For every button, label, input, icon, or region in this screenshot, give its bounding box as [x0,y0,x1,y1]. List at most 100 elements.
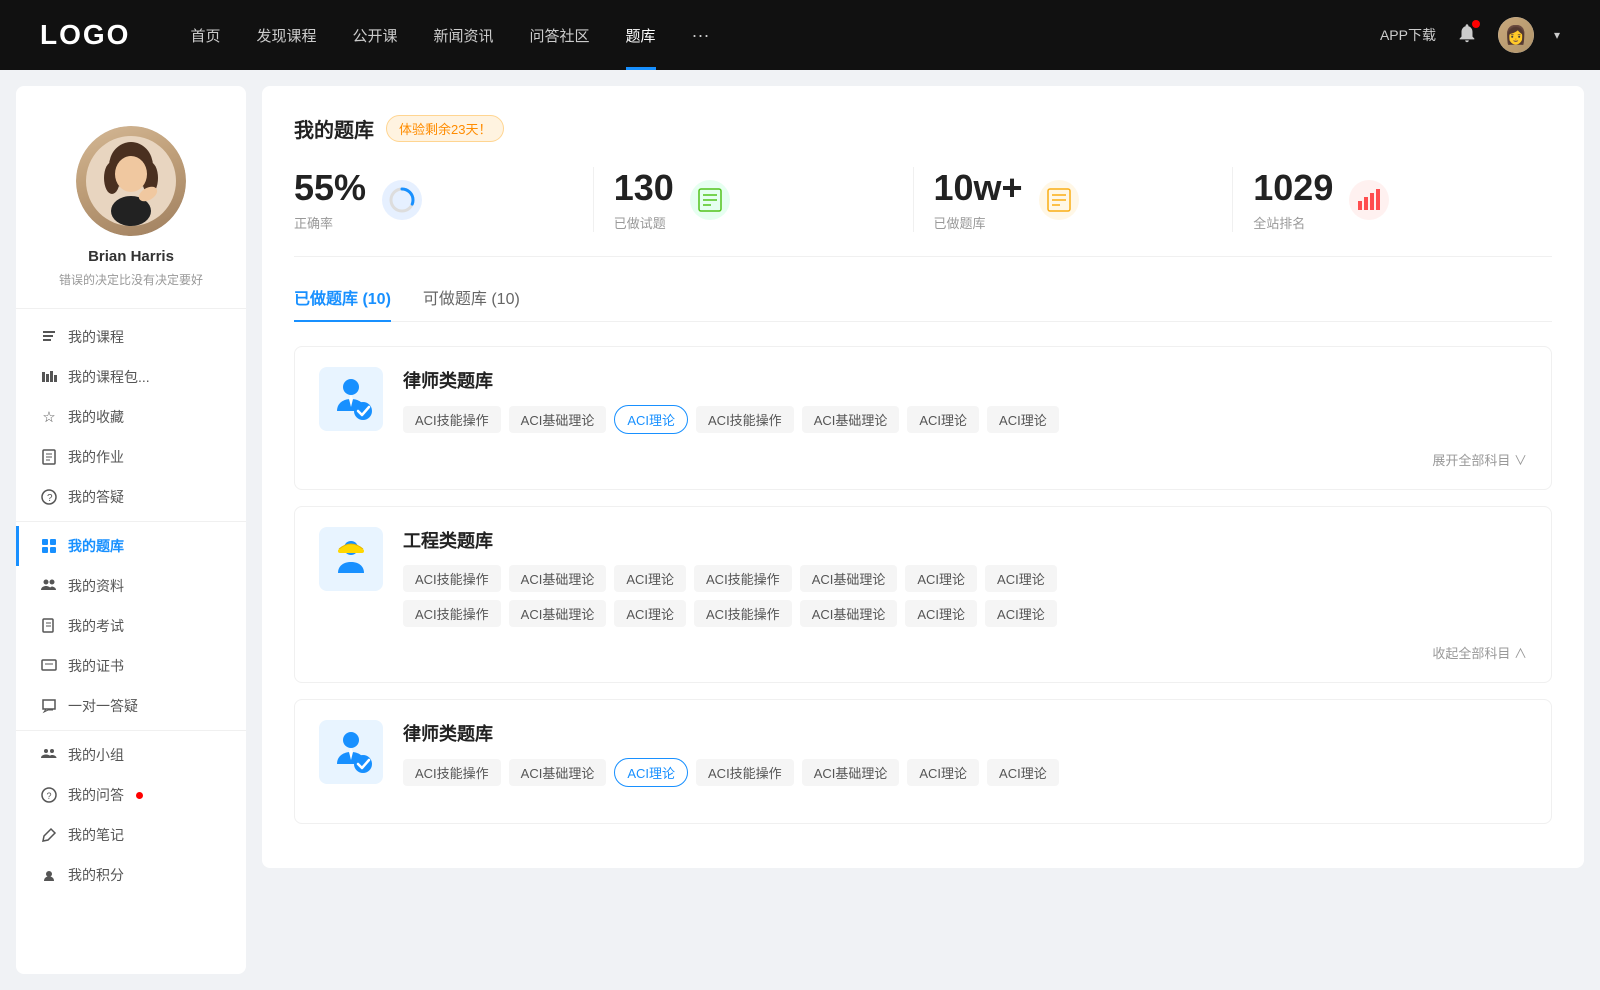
info-icon [40,577,58,595]
svg-text:?: ? [47,493,53,504]
stat-done-questions-content: 130 已做试题 [614,167,674,232]
notes-icon [40,826,58,844]
one-on-one-label: 一对一答疑 [68,696,138,716]
tag-lawyer2-1[interactable]: ACI技能操作 [403,759,501,786]
packages-label: 我的课程包... [68,367,150,387]
qbank-tags-lawyer-1: ACI技能操作 ACI基础理论 ACI理论 ACI技能操作 ACI基础理论 AC… [403,405,1527,434]
stat-accuracy: 55% 正确率 [294,167,594,232]
tag-lawyer2-7[interactable]: ACI理论 [987,759,1059,786]
logo: LOGO [40,19,130,51]
qbank-info-lawyer-1: 律师类题库 ACI技能操作 ACI基础理论 ACI理论 ACI技能操作 ACI基… [403,367,1527,434]
chat-icon [40,697,58,715]
main-content: 我的题库 体验剩余23天！ 55% 正确率 [246,70,1600,990]
qbank-icon-engineer [319,527,383,591]
tab-done-banks[interactable]: 已做题库 (10) [294,285,391,321]
tag-eng-r2-4[interactable]: ACI技能操作 [694,600,792,627]
tag-lawyer1-1[interactable]: ACI技能操作 [403,406,501,433]
tag-eng-5[interactable]: ACI基础理论 [800,565,898,592]
user-menu-chevron[interactable]: ▾ [1554,28,1560,42]
group-icon [40,746,58,764]
tag-eng-3[interactable]: ACI理论 [614,565,686,592]
sidebar-item-my-info[interactable]: 我的资料 [16,566,246,606]
qa-icon: ? [40,488,58,506]
notification-dot [1472,20,1480,28]
exam-icon [40,617,58,635]
tag-eng-4[interactable]: ACI技能操作 [694,565,792,592]
sidebar-item-my-exam[interactable]: 我的考试 [16,606,246,646]
nav-news[interactable]: 新闻资讯 [434,25,494,46]
app-download-button[interactable]: APP下载 [1380,25,1436,45]
tag-lawyer1-5[interactable]: ACI基础理论 [802,406,900,433]
qbank-tags-lawyer-2: ACI技能操作 ACI基础理论 ACI理论 ACI技能操作 ACI基础理论 AC… [403,758,1527,787]
nav-more[interactable]: ··· [692,25,710,46]
tag-eng-r2-3[interactable]: ACI理论 [614,600,686,627]
sidebar-item-my-packages[interactable]: 我的课程包... [16,357,246,397]
avatar-placeholder [76,126,186,236]
qa-label: 我的答疑 [68,487,124,507]
sidebar-item-my-answers[interactable]: ? 我的问答 [16,775,246,815]
qbank-tags-engineer-row2: ACI技能操作 ACI基础理论 ACI理论 ACI技能操作 ACI基础理论 AC… [403,600,1527,627]
sidebar-item-my-qa[interactable]: ? 我的答疑 [16,477,246,517]
sidebar-item-my-favorites[interactable]: ☆ 我的收藏 [16,397,246,437]
tag-lawyer2-3[interactable]: ACI理论 [614,758,688,787]
user-avatar[interactable]: 👩 [1498,17,1534,53]
notification-bell[interactable] [1456,22,1478,49]
sidebar-item-my-group[interactable]: 我的小组 [16,735,246,775]
tab-available-banks[interactable]: 可做题库 (10) [423,285,520,321]
tag-lawyer2-5[interactable]: ACI基础理论 [802,759,900,786]
tag-lawyer2-4[interactable]: ACI技能操作 [696,759,794,786]
tag-lawyer2-2[interactable]: ACI基础理论 [509,759,607,786]
tag-eng-r2-2[interactable]: ACI基础理论 [509,600,607,627]
tag-eng-7[interactable]: ACI理论 [985,565,1057,592]
nav-bank[interactable]: 题库 [626,25,656,46]
answers-label: 我的问答 [68,785,124,805]
expand-link-lawyer-1[interactable]: 展开全部科目 ∨ [319,450,1527,469]
sidebar: Brian Harris 错误的决定比没有决定要好 我的课程 我的课程包... … [16,86,246,974]
points-label: 我的积分 [68,865,124,885]
stat-done-banks-content: 10w+ 已做题库 [934,167,1023,232]
tag-eng-r2-6[interactable]: ACI理论 [905,600,977,627]
menu-divider-1 [16,521,246,522]
nav-qa[interactable]: 问答社区 [530,25,590,46]
homework-label: 我的作业 [68,447,124,467]
tag-eng-r2-5[interactable]: ACI基础理论 [800,600,898,627]
bank-icon [40,537,58,555]
tag-eng-2[interactable]: ACI基础理论 [509,565,607,592]
collapse-link-engineer[interactable]: 收起全部科目 ∧ [319,643,1527,662]
stat-accuracy-label: 正确率 [294,213,366,232]
stat-done-banks-label: 已做题库 [934,213,1023,232]
qbank-header-lawyer-2: 律师类题库 ACI技能操作 ACI基础理论 ACI理论 ACI技能操作 ACI基… [319,720,1527,787]
nav-opencourse[interactable]: 公开课 [352,25,397,46]
stat-done-questions-value: 130 [614,167,674,209]
tag-eng-6[interactable]: ACI理论 [905,565,977,592]
sidebar-item-my-cert[interactable]: 我的证书 [16,646,246,686]
tag-lawyer1-2[interactable]: ACI基础理论 [509,406,607,433]
stat-rank: 1029 全站排名 [1233,167,1552,232]
qbank-header-engineer: 工程类题库 ACI技能操作 ACI基础理论 ACI理论 ACI技能操作 ACI基… [319,527,1527,627]
sidebar-item-my-bank[interactable]: 我的题库 [16,526,246,566]
tag-lawyer1-7[interactable]: ACI理论 [987,406,1059,433]
stat-done-questions: 130 已做试题 [594,167,914,232]
sidebar-item-my-homework[interactable]: 我的作业 [16,437,246,477]
profile-name: Brian Harris [88,248,174,265]
qbank-tags-engineer-row1: ACI技能操作 ACI基础理论 ACI理论 ACI技能操作 ACI基础理论 AC… [403,565,1527,592]
nav-discover[interactable]: 发现课程 [256,25,316,46]
page-header: 我的题库 体验剩余23天！ [294,114,1552,143]
sidebar-item-my-points[interactable]: 我的积分 [16,855,246,895]
trial-badge: 体验剩余23天！ [386,115,504,142]
tag-eng-1[interactable]: ACI技能操作 [403,565,501,592]
tag-lawyer1-6[interactable]: ACI理论 [907,406,979,433]
qbank-header-lawyer-1: 律师类题库 ACI技能操作 ACI基础理论 ACI理论 ACI技能操作 ACI基… [319,367,1527,434]
sidebar-item-my-courses[interactable]: 我的课程 [16,317,246,357]
tag-lawyer1-4[interactable]: ACI技能操作 [696,406,794,433]
info-label: 我的资料 [68,576,124,596]
profile-motto: 错误的决定比没有决定要好 [59,271,203,288]
sidebar-item-one-on-one[interactable]: 一对一答疑 [16,686,246,726]
nav-home[interactable]: 首页 [190,25,220,46]
navbar-right: APP下载 👩 ▾ [1380,17,1560,53]
tag-eng-r2-1[interactable]: ACI技能操作 [403,600,501,627]
tag-eng-r2-7[interactable]: ACI理论 [985,600,1057,627]
tag-lawyer1-3[interactable]: ACI理论 [614,405,688,434]
sidebar-item-my-notes[interactable]: 我的笔记 [16,815,246,855]
tag-lawyer2-6[interactable]: ACI理论 [907,759,979,786]
